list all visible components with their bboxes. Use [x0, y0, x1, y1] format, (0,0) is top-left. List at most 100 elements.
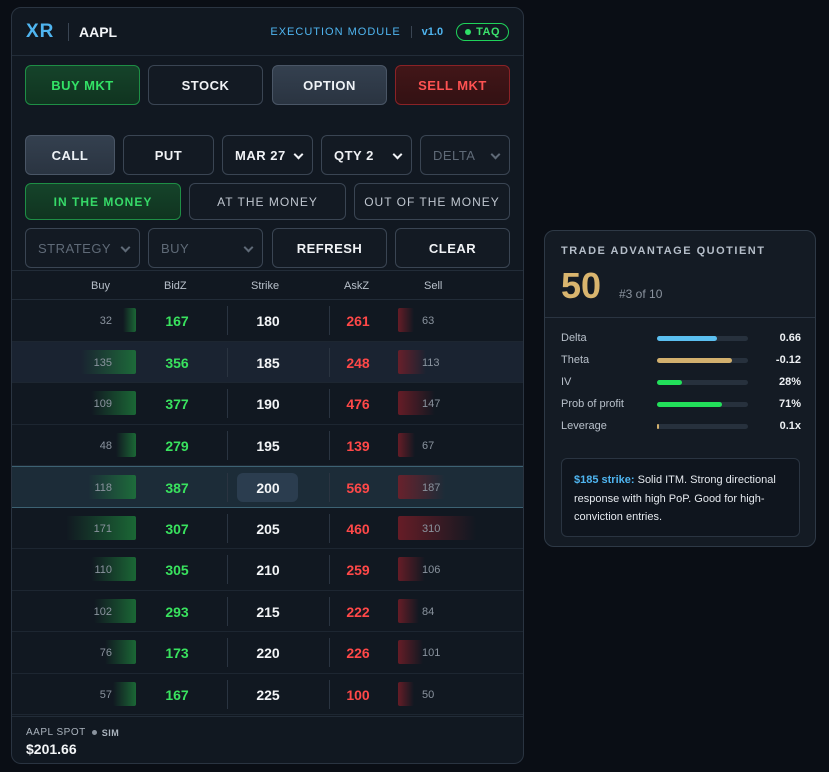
buy-size[interactable]: 110 — [72, 564, 112, 576]
buy-market-button[interactable]: BUY MKT — [25, 65, 140, 105]
bidz-value[interactable]: 377 — [152, 396, 202, 412]
put-button[interactable]: PUT — [123, 135, 214, 175]
panel-footer: AAPL SPOT SIM $201.66 — [12, 716, 523, 763]
strike-price[interactable]: 210 — [238, 562, 298, 578]
column-divider — [329, 473, 330, 502]
askz-value[interactable]: 248 — [333, 355, 383, 371]
sell-size[interactable]: 84 — [422, 606, 462, 618]
option-button[interactable]: OPTION — [272, 65, 387, 105]
buy-size[interactable]: 57 — [72, 689, 112, 701]
askz-value[interactable]: 100 — [333, 687, 383, 703]
taq-title: TRADE ADVANTAGE QUOTIENT — [561, 245, 766, 257]
metric-label: Delta — [561, 332, 587, 344]
buy-size[interactable]: 135 — [72, 357, 112, 369]
strike-price[interactable]: 180 — [238, 313, 298, 329]
askz-value[interactable]: 261 — [333, 313, 383, 329]
metric-label: Theta — [561, 354, 590, 366]
table-row[interactable]: 135 356 185 248 113 — [12, 341, 523, 383]
out-of-the-money-button[interactable]: OUT OF THE MONEY — [354, 183, 510, 220]
column-divider — [227, 430, 228, 460]
metric-bar-track — [657, 358, 748, 363]
taq-rank: #3 of 10 — [619, 287, 663, 301]
bidz-value[interactable]: 307 — [152, 521, 202, 537]
table-row[interactable]: 118 387 200 569 187 — [12, 466, 523, 508]
strike-price[interactable]: 220 — [238, 645, 298, 661]
buy-size[interactable]: 171 — [72, 523, 112, 535]
sell-market-button[interactable]: SELL MKT — [395, 65, 510, 105]
askz-value[interactable]: 460 — [333, 521, 383, 537]
askz-value[interactable]: 222 — [333, 604, 383, 620]
sell-size[interactable]: 113 — [422, 357, 462, 369]
strategy-select[interactable]: STRATEGY — [25, 228, 140, 268]
buy-size[interactable]: 48 — [72, 440, 112, 452]
column-divider — [329, 679, 330, 709]
sell-size[interactable]: 63 — [422, 315, 462, 327]
strike-price[interactable]: 190 — [238, 396, 298, 412]
askz-value[interactable]: 569 — [333, 480, 383, 496]
quantity-value: QTY 2 — [334, 147, 374, 163]
stock-button[interactable]: STOCK — [148, 65, 263, 105]
chevron-down-icon — [392, 149, 403, 160]
chevron-down-icon — [120, 242, 131, 253]
delta-select[interactable]: DELTA — [420, 135, 510, 175]
sell-size[interactable]: 50 — [422, 689, 462, 701]
column-divider — [227, 638, 228, 667]
table-row[interactable]: 109 377 190 476 147 — [12, 383, 523, 425]
sell-size[interactable]: 67 — [422, 440, 462, 452]
table-row[interactable]: 171 307 205 460 310 — [12, 508, 523, 549]
sell-size[interactable]: 310 — [422, 523, 462, 535]
table-row[interactable]: 57 167 225 100 50 — [12, 674, 523, 715]
strike-price[interactable]: 225 — [238, 687, 298, 703]
table-row[interactable]: 76 173 220 226 101 — [12, 632, 523, 674]
strike-price[interactable]: 200 — [238, 480, 298, 496]
table-row[interactable]: 32 167 180 261 63 — [12, 300, 523, 342]
sell-size[interactable]: 101 — [422, 647, 462, 659]
strike-price[interactable]: 195 — [238, 438, 298, 454]
execution-panel: XR AAPL EXECUTION MODULE v1.0 TAQ BUY MK… — [11, 7, 524, 764]
at-the-money-button[interactable]: AT THE MONEY — [189, 183, 346, 220]
side-select[interactable]: BUY — [148, 228, 263, 268]
bidz-value[interactable]: 305 — [152, 562, 202, 578]
sell-size[interactable]: 106 — [422, 564, 462, 576]
buy-depth-bar — [123, 308, 136, 332]
bidz-value[interactable]: 279 — [152, 438, 202, 454]
sell-size[interactable]: 187 — [422, 482, 462, 494]
sell-depth-bar — [398, 640, 423, 664]
column-divider — [329, 513, 330, 543]
buy-size[interactable]: 118 — [72, 482, 112, 494]
buy-size[interactable]: 32 — [72, 315, 112, 327]
metric-row: IV 28% — [561, 376, 801, 390]
call-button[interactable]: CALL — [25, 135, 115, 175]
askz-value[interactable]: 476 — [333, 396, 383, 412]
strike-price[interactable]: 185 — [238, 355, 298, 371]
bidz-value[interactable]: 293 — [152, 604, 202, 620]
clear-button[interactable]: CLEAR — [395, 228, 510, 268]
buy-size[interactable]: 109 — [72, 398, 112, 410]
table-row[interactable]: 110 305 210 259 106 — [12, 549, 523, 591]
column-divider — [329, 347, 330, 377]
bidz-value[interactable]: 167 — [152, 313, 202, 329]
strike-price[interactable]: 205 — [238, 521, 298, 537]
sell-depth-bar — [398, 681, 414, 706]
strike-price[interactable]: 215 — [238, 604, 298, 620]
quantity-select[interactable]: QTY 2 — [321, 135, 412, 175]
expiry-select[interactable]: MAR 27 — [222, 135, 313, 175]
sell-size[interactable]: 147 — [422, 398, 462, 410]
askz-value[interactable]: 226 — [333, 645, 383, 661]
bidz-value[interactable]: 173 — [152, 645, 202, 661]
buy-depth-bar — [113, 681, 136, 706]
taq-badge[interactable]: TAQ — [456, 22, 509, 41]
column-divider — [227, 679, 228, 709]
metric-bar-fill — [657, 380, 682, 385]
bidz-value[interactable]: 167 — [152, 687, 202, 703]
buy-size[interactable]: 102 — [72, 606, 112, 618]
askz-value[interactable]: 259 — [333, 562, 383, 578]
table-row[interactable]: 102 293 215 222 84 — [12, 591, 523, 632]
in-the-money-button[interactable]: IN THE MONEY — [25, 183, 181, 220]
bidz-value[interactable]: 387 — [152, 480, 202, 496]
table-row[interactable]: 48 279 195 139 67 — [12, 425, 523, 466]
buy-size[interactable]: 76 — [72, 647, 112, 659]
bidz-value[interactable]: 356 — [152, 355, 202, 371]
askz-value[interactable]: 139 — [333, 438, 383, 454]
refresh-button[interactable]: REFRESH — [272, 228, 387, 268]
